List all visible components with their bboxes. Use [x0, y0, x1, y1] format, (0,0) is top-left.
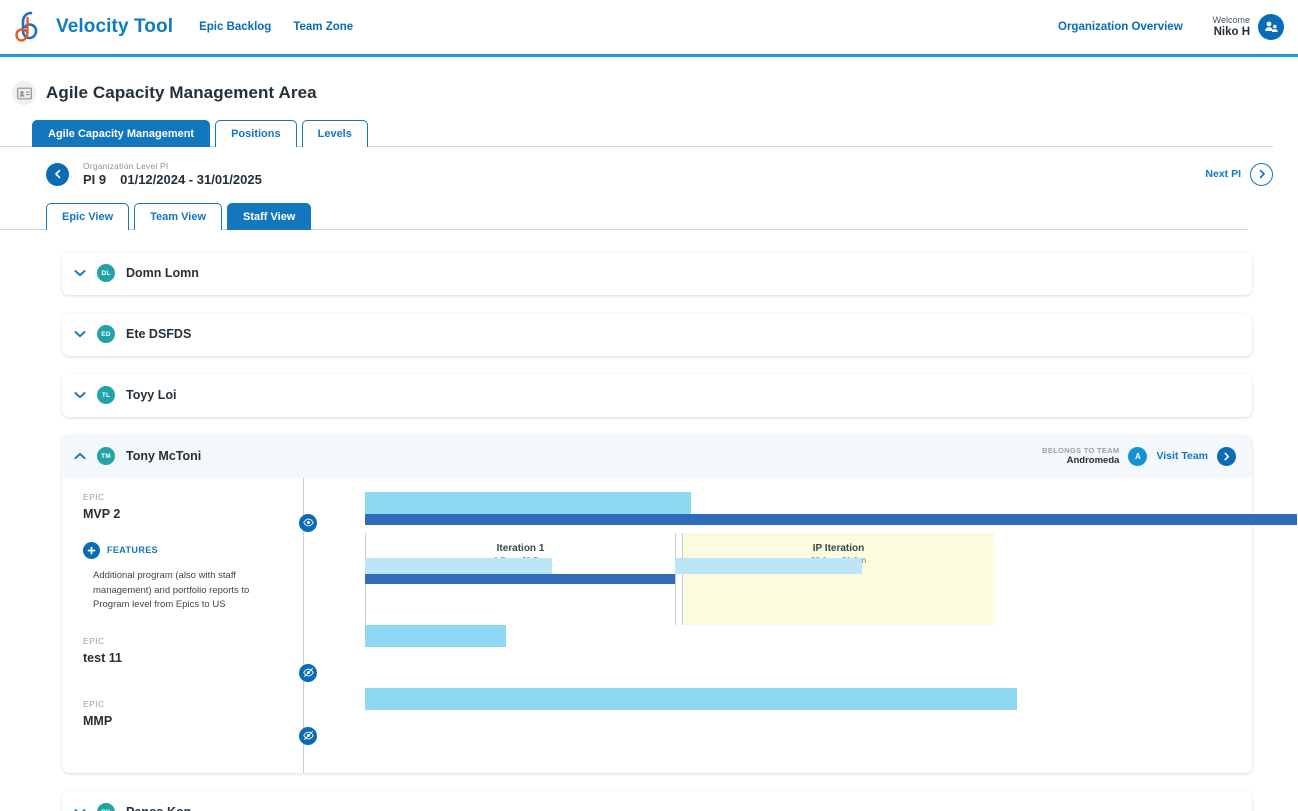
tab-levels[interactable]: Levels: [301, 120, 368, 147]
epic-kicker: EPIC: [83, 698, 105, 709]
tab-positions[interactable]: Positions: [215, 120, 297, 147]
epic-bar-test11: [365, 624, 506, 647]
epic-kicker: EPIC: [83, 635, 105, 646]
team-avatar: A: [1128, 446, 1148, 466]
staff-card-domn-lomn: DL Domn Lomn: [62, 251, 1252, 295]
staff-name: Toyy Loi: [126, 388, 177, 403]
avatar: PK: [97, 803, 115, 811]
epic-name: MMP: [83, 713, 113, 728]
tab-epic-view[interactable]: Epic View: [46, 202, 130, 230]
pi-navigation-bar: Organization Level PI PI 9 01/12/2024 - …: [0, 147, 1298, 188]
eye-off-icon[interactable]: [299, 663, 317, 682]
features-label: FEATURES: [107, 545, 159, 556]
feature-bar-actual: [365, 573, 675, 584]
iteration-title: IP Iteration: [812, 542, 865, 554]
belongs-to-team-block: BELONGS TO TEAM Andromeda A Visit Team: [1042, 446, 1236, 466]
next-pi-label[interactable]: Next PI: [1205, 168, 1241, 180]
nav-link-organization-overview[interactable]: Organization Overview: [1058, 21, 1183, 33]
pi-main-row: PI 9 01/12/2024 - 31/01/2025: [83, 172, 262, 188]
team-text: BELONGS TO TEAM Andromeda: [1042, 446, 1119, 466]
avatar: TL: [97, 386, 115, 405]
nav-link-epic-backlog[interactable]: Epic Backlog: [199, 21, 271, 33]
page-title: Agile Capacity Management Area: [46, 83, 317, 102]
staff-name: Domn Lomn: [126, 266, 199, 281]
team-name: Andromeda: [1066, 455, 1120, 467]
epic-timeline: EPIC MVP 2 FEATURES Additional program (…: [62, 477, 1297, 773]
welcome-username: Niko H: [1213, 25, 1250, 38]
main-nav-links: Epic Backlog Team Zone: [199, 21, 353, 33]
plus-icon[interactable]: [83, 541, 100, 559]
avatar: DL: [97, 264, 115, 283]
velocity-tool-logo-icon: [14, 10, 44, 44]
previous-pi-button[interactable]: [46, 162, 69, 186]
staff-card-tony-mctoni: TM Tony McToni BELONGS TO TEAM Andromeda…: [62, 434, 1297, 773]
tab-agile-capacity-management[interactable]: Agile Capacity Management: [32, 120, 211, 147]
pi-kicker: Organization Level PI: [83, 161, 169, 171]
primary-tab-bar: Agile Capacity Management Positions Leve…: [0, 105, 1273, 147]
brand-title: Velocity Tool: [56, 16, 174, 37]
pi-info: Organization Level PI PI 9 01/12/2024 - …: [83, 161, 262, 188]
next-pi-group[interactable]: Next PI: [1205, 162, 1273, 186]
epic-info-test11: EPIC test 11: [62, 635, 317, 682]
chevron-down-icon[interactable]: [72, 330, 88, 338]
staff-header[interactable]: TL Toyy Loi: [62, 374, 1252, 417]
nav-link-team-zone[interactable]: Team Zone: [293, 21, 353, 33]
eye-off-icon[interactable]: [299, 726, 317, 745]
brand-area[interactable]: Velocity Tool: [0, 10, 173, 44]
iteration-title: Iteration 1: [496, 542, 545, 554]
feature-bar-planned-iter1: [365, 557, 552, 574]
staff-name: Panos Kon: [126, 805, 191, 811]
view-tab-bar: Epic View Team View Staff View: [0, 188, 1248, 230]
staff-header-expanded[interactable]: TM Tony McToni BELONGS TO TEAM Andromeda…: [62, 434, 1252, 478]
staff-header[interactable]: PK Panos Kon: [62, 791, 1252, 811]
pi-number: PI 9: [83, 171, 107, 187]
epic-name: MVP 2: [83, 506, 121, 521]
epic-info-mvp2: EPIC MVP 2 FEATURES Additional program (…: [62, 478, 317, 613]
next-pi-button[interactable]: [1250, 162, 1273, 186]
feature-bar-planned-iter2: [675, 557, 862, 574]
epic-kicker: EPIC: [83, 491, 105, 502]
top-navigation-bar: Velocity Tool Epic Backlog Team Zone Org…: [0, 0, 1298, 57]
user-avatar[interactable]: [1258, 14, 1284, 40]
epic-bar-actual: [365, 513, 1297, 525]
visit-team-arrow-icon[interactable]: [1217, 446, 1236, 466]
belongs-to-team-label: BELONGS TO TEAM: [1042, 446, 1120, 456]
staff-name: Ete DSFDS: [126, 327, 192, 342]
visit-team-link[interactable]: Visit Team: [1156, 450, 1208, 462]
avatar: ED: [97, 325, 115, 344]
chevron-up-icon[interactable]: [72, 452, 88, 460]
staff-card-panos-kon: PK Panos Kon: [62, 790, 1252, 811]
feature-description: Additional program (also with staff mana…: [93, 569, 250, 611]
epic-name: test 11: [83, 650, 122, 665]
epic-info-mmp: EPIC MMP: [62, 698, 317, 745]
staff-list: DL Domn Lomn ED Ete DSFDS TL Toyy Loi TM…: [0, 230, 1298, 811]
staff-card-ete-dsfds: ED Ete DSFDS: [62, 312, 1252, 356]
ip-iteration-column: IP Iteration 26 Jan - 31 Jan: [682, 532, 994, 625]
tab-team-view[interactable]: Team View: [134, 202, 222, 230]
avatar: TM: [97, 447, 115, 466]
page-header: Agile Capacity Management Area: [0, 57, 1298, 105]
eye-icon[interactable]: [299, 513, 317, 532]
epic-bar-mmp: [365, 687, 1017, 710]
chevron-down-icon[interactable]: [72, 269, 88, 277]
staff-header[interactable]: DL Domn Lomn: [62, 252, 1252, 295]
tab-staff-view[interactable]: Staff View: [227, 202, 312, 230]
welcome-label: Welcome: [1212, 15, 1250, 26]
top-nav-right: Organization Overview Welcome Niko H: [1058, 14, 1298, 40]
staff-header[interactable]: ED Ete DSFDS: [62, 313, 1252, 356]
add-features-button[interactable]: FEATURES: [83, 541, 303, 559]
epic-bar-planned: [365, 491, 691, 514]
staff-card-toyy-loi: TL Toyy Loi: [62, 373, 1252, 417]
user-menu[interactable]: Welcome Niko H: [1213, 14, 1284, 40]
chevron-down-icon[interactable]: [72, 391, 88, 399]
id-badge-icon: [12, 81, 36, 105]
welcome-text: Welcome Niko H: [1213, 15, 1250, 39]
pi-date-range: 01/12/2024 - 31/01/2025: [120, 171, 262, 187]
staff-name: Tony McToni: [126, 449, 202, 464]
